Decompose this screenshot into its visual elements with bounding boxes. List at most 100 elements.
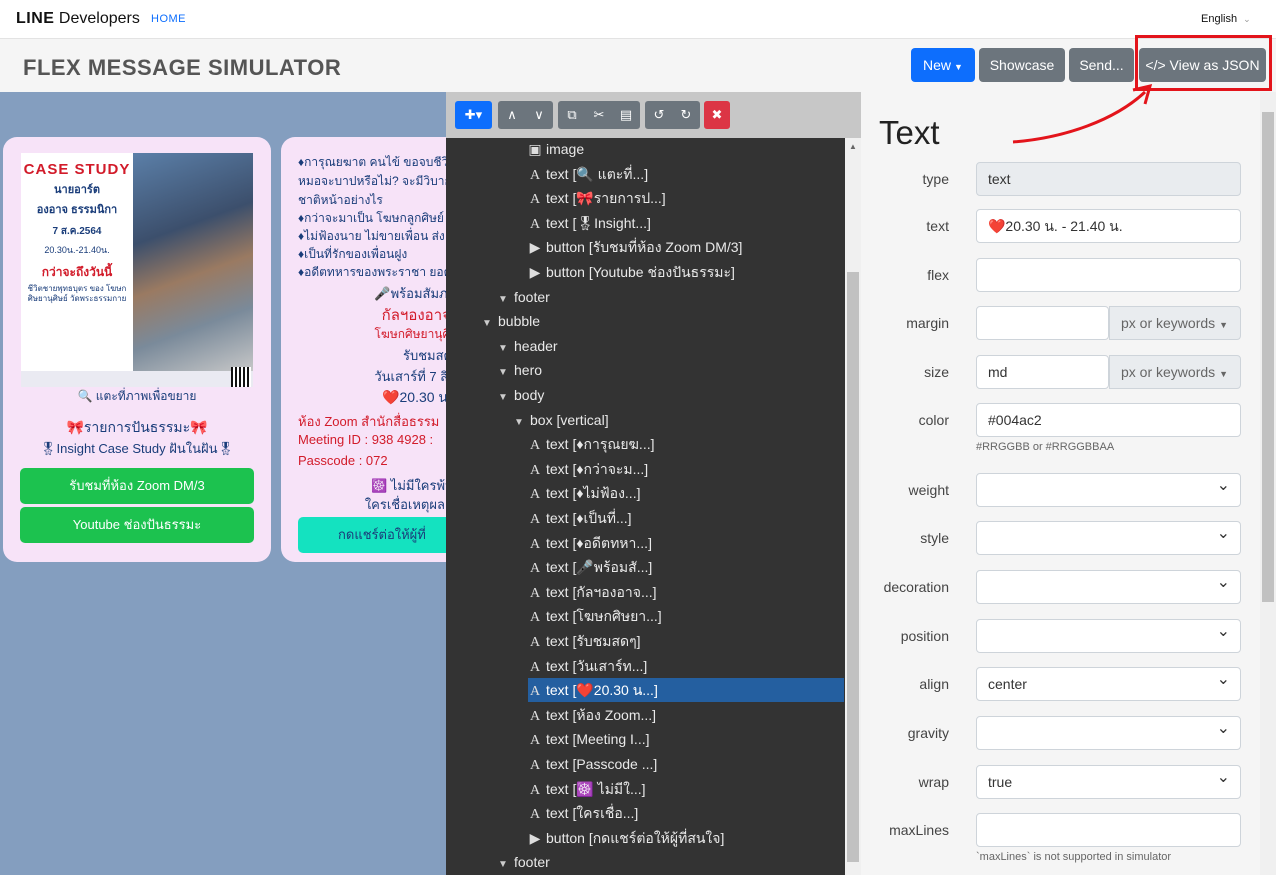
move-up-button[interactable]: ∧ [498,101,526,129]
tree-node[interactable]: Atext [Meeting I...] [528,727,650,751]
field-text-input[interactable]: ❤️20.30 น. - 21.40 น. [976,209,1241,243]
poster-title: CASE STUDY [23,161,131,178]
tree-node[interactable]: ▼ footer [498,850,550,874]
poster-footer-strip [21,371,253,387]
send-button[interactable]: Send... [1069,48,1134,82]
scroll-up-arrow-icon[interactable]: ▲ [849,142,857,151]
text-icon: A [529,782,541,798]
guest-name-text: กัลฯองอาจ ธรร [381,307,446,324]
tree-node[interactable]: Atext [ห้อง Zoom...] [528,703,656,727]
field-weight-select[interactable] [976,470,1241,507]
tree-node[interactable]: ▶ button [กดแชร์ต่อให้ผู้ที่สนใจ] [528,826,725,850]
cut-icon[interactable]: ✂ [585,101,613,129]
tree-node-selected[interactable]: Atext [❤️20.30 น...] [528,678,844,703]
tree-node[interactable]: ▼ hero [498,358,542,382]
field-position-select[interactable] [976,616,1241,653]
language-label: English [1201,13,1238,25]
passcode-text: Passcode : 072 [298,453,388,468]
field-gravity-select[interactable] [976,713,1241,750]
home-link[interactable]: HOME [151,13,186,25]
expand-toggle-icon: ▼ [482,318,492,330]
poster-photo [133,153,253,373]
tree-node[interactable]: Atext [🔍 แตะที่...] [528,162,648,186]
preview-area: CASE STUDY นายอาร์ต องอาจ ธรรมนิกา 7 ส.ค… [0,92,446,875]
brand-bold: LINE [16,10,55,27]
share-button[interactable]: กดแชร์ต่อให้ผู้ที่ [298,517,446,553]
tree-node[interactable]: Atext [รับชมสดๆ] [528,629,641,653]
chevron-down-icon: ⌄ [1243,14,1251,24]
brand-logo[interactable]: LINE Developers [16,10,140,28]
move-down-button[interactable]: ∨ [525,101,553,129]
field-align-select[interactable]: center [976,664,1241,701]
tree-node[interactable]: Atext [Passcode ...] [528,752,657,776]
field-decoration-select[interactable] [976,567,1241,604]
tree-node[interactable]: ▼ box [vertical] [514,408,609,432]
tree-node[interactable]: Atext [♦เป็นที่...] [528,506,632,530]
tree-scrollbar-thumb[interactable] [847,272,859,862]
tree-node-label: text [♦อดีตทหา...] [546,534,652,551]
field-color-input[interactable]: #004ac2 [976,403,1241,437]
paste-icon[interactable]: ▤ [612,101,640,129]
poster-name-2: องอาจ ธรรมนิกา [36,204,118,216]
youtube-button[interactable]: Youtube ช่องปันธรรมะ [20,507,254,543]
tree-node-label: text [🎀รายการป...] [546,190,666,207]
copy-icon[interactable]: ⧉ [558,101,586,129]
page-title: FLEX MESSAGE SIMULATOR [23,55,342,80]
tree-node[interactable]: Atext [🎀รายการป...] [528,186,666,210]
tree-node[interactable]: ▶ button [Youtube ช่องปันธรรมะ] [528,260,735,284]
unit-dropdown-button[interactable]: px or keywords ▼ [1109,355,1241,389]
zoom-button[interactable]: รับชมที่ห้อง Zoom DM/3 [20,468,254,504]
field-label-style: style [920,530,949,546]
tree-node[interactable]: Atext [♦ไม่ฟ้อง...] [528,481,641,505]
unit-dropdown-button[interactable]: px or keywords ▼ [1109,306,1241,340]
tree-node[interactable]: Atext [ใครเชื่อ...] [528,801,638,825]
add-component-button[interactable]: ✚▾ [455,101,492,129]
tree-node[interactable]: Atext [♦กว่าจะม...] [528,457,648,481]
property-scrollbar-thumb[interactable] [1262,112,1274,602]
meeting-id-text: Meeting ID : 938 4928 : [298,432,434,447]
field-label-align: align [919,676,949,692]
component-tree-panel: ✚▾ ∧ ∨ ⧉ ✂ ▤ ↺ ↻ ✖ ▣ image Atext [🔍 แตะที่… [446,92,861,875]
tree-node[interactable]: ▼ footer [498,285,550,309]
field-hint-color: #RRGGBB or #RRGGBBAA [976,441,1115,453]
field-label-gravity: gravity [907,725,949,741]
tree-node[interactable]: ▶ button [รับชมที่ห้อง Zoom DM/3] [528,235,743,259]
expand-toggle-icon: ▼ [498,367,508,379]
tree-node[interactable]: Atext [♦อดีตทหา...] [528,531,652,555]
tree-scrollbar[interactable]: ▲ [845,138,861,875]
tree-node[interactable]: ▣ image [528,137,584,161]
tree-node-label: text [รับชมสดๆ] [546,633,641,649]
tree-node[interactable]: ▼ header [498,334,558,358]
field-maxlines-input[interactable] [976,813,1241,847]
tree-node[interactable]: Atext [♦การุณยฆ...] [528,432,655,456]
delete-button[interactable]: ✖ [704,101,730,129]
tree-node[interactable]: Atext [วันเสาร์ท...] [528,654,647,678]
field-margin-input[interactable] [976,306,1109,340]
qr-code-icon [231,367,251,387]
tree-node[interactable]: ▼ bubble [482,309,540,333]
tree-node[interactable]: Atext [โฆษกศิษยา...] [528,604,662,628]
text-icon: A [529,216,541,232]
field-label-wrap: wrap [918,774,949,790]
image-icon: ▣ [528,141,542,157]
tree-node[interactable]: Atext [🎤พร้อมสั...] [528,555,652,579]
bubble2-line: ♦ไม่ฟ้องนาย ไม่ขายเพื่อน ส่ง [298,229,445,243]
undo-icon[interactable]: ↺ [645,101,673,129]
field-flex-input[interactable] [976,258,1241,292]
tree-node[interactable]: Atext [☸️ ไม่มีใ...] [528,777,646,801]
tree-node[interactable]: Atext [🎖Insight...] [528,211,651,235]
field-wrap-select[interactable]: true [976,762,1241,799]
field-label-position: position [900,628,949,644]
tree-node[interactable]: ▼ body [498,383,544,407]
new-button[interactable]: New ▼ [911,48,975,82]
poster-image[interactable]: CASE STUDY นายอาร์ต องอาจ ธรรมนิกา 7 ส.ค… [21,153,253,387]
field-label-maxlines: maxLines [889,822,949,838]
field-size-input[interactable]: md [976,355,1109,389]
field-style-select[interactable] [976,518,1241,555]
property-panel: Text type text text ❤️20.30 น. - 21.40 น. fl… [861,92,1276,875]
property-scrollbar[interactable] [1260,92,1276,875]
language-select[interactable]: English ⌄ [1201,13,1251,25]
redo-icon[interactable]: ↻ [672,101,700,129]
tree-node[interactable]: Atext [กัลฯองอาจ...] [528,580,657,604]
showcase-button[interactable]: Showcase [979,48,1065,82]
